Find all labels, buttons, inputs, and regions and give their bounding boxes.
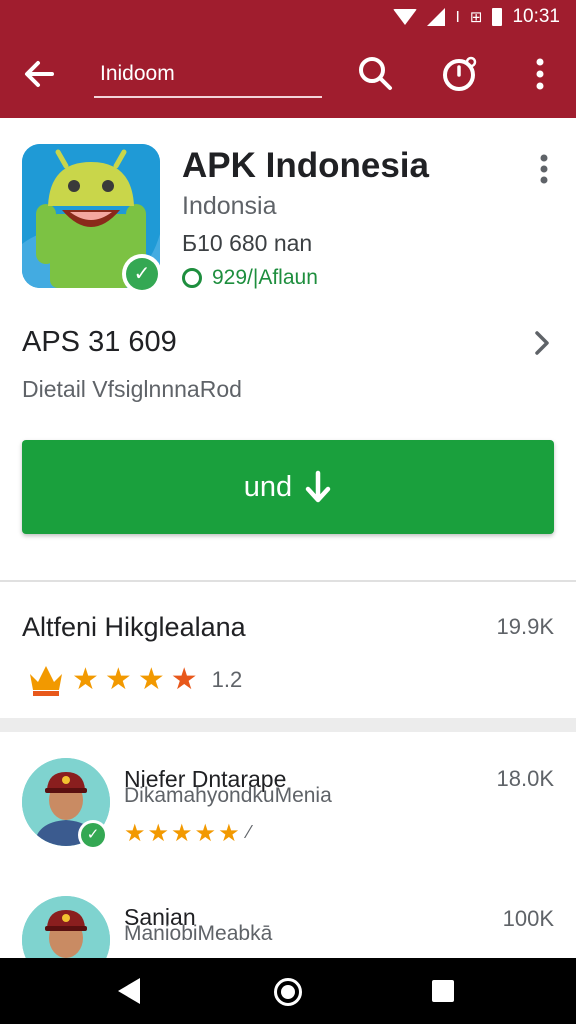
review-subtitle: ManiobiMeabkā: [124, 922, 273, 945]
app-options-button[interactable]: [530, 150, 558, 190]
review-item[interactable]: ✓ Niefer Dntarape DikamahyondkuMenia 18.…: [0, 732, 576, 872]
timer-icon: [443, 56, 477, 91]
ratings-count: 19.9K: [496, 614, 555, 639]
ratings-value: 1.2: [211, 667, 243, 692]
rating-circle-icon: [182, 268, 202, 288]
status-icon-a: ⵏ: [455, 9, 460, 26]
overflow-menu-button[interactable]: [520, 54, 560, 94]
install-button-label: und: [243, 470, 293, 503]
ratings-title: Altfeni Hikglealana: [22, 612, 246, 642]
person-avatar-icon: [22, 896, 110, 958]
star-icon: ★: [218, 820, 240, 847]
download-arrow-icon: [305, 470, 331, 503]
status-bar: ⵏ ⊞ 10:31: [0, 0, 576, 34]
flag-icon[interactable]: ⁄: [248, 822, 251, 846]
review-count: 18.0K: [496, 766, 555, 791]
crown-icon: [30, 666, 62, 696]
review-count: 100K: [502, 906, 554, 931]
review-stars: ★ ★ ★ ★ ★ ⁄: [124, 822, 251, 846]
search-field[interactable]: Inidoom: [94, 50, 322, 98]
status-icon-b: ⊞: [469, 9, 483, 26]
ratings-stars: ★ ★ ★ ★ 1.2: [26, 662, 242, 698]
app-id-row[interactable]: APS 31 609: [22, 326, 177, 359]
app-header-card: ✓ APK Indonesia Indonsia Б10 680 nan 929…: [0, 118, 576, 580]
star-icon: ★: [147, 820, 170, 847]
more-vert-icon: [536, 58, 544, 90]
verified-badge: ✓: [78, 820, 108, 850]
ratings-summary[interactable]: Altfeni Hikglealana 19.9K ★ ★ ★ ★ 1.2: [0, 582, 576, 718]
app-details-text: Dietail Vfsigl​nnnaRod: [22, 376, 242, 402]
review-subtitle: DikamahyondkuMenia: [124, 784, 332, 807]
wifi-icon: [393, 7, 418, 27]
star-icon: ★: [137, 663, 165, 696]
app-rating-line: 929/|Aflaun: [182, 266, 318, 290]
star-icon: ★: [72, 663, 99, 696]
search-input-text: Inidoom: [100, 62, 175, 85]
nav-recents-icon[interactable]: [432, 980, 454, 1002]
app-toolbar: Inidoom: [0, 34, 576, 118]
system-nav-bar: [0, 958, 576, 1024]
check-icon: ✓: [81, 823, 105, 847]
signal-icon: [427, 7, 446, 27]
section-separator: [0, 718, 576, 732]
install-button[interactable]: und: [22, 440, 554, 534]
app-developer[interactable]: Indonsia: [182, 192, 277, 221]
search-button[interactable]: [356, 54, 396, 94]
battery-icon: [492, 7, 503, 27]
nav-back-icon[interactable]: [118, 978, 140, 1004]
app-size: Б10 680 nan: [182, 230, 313, 256]
check-icon: ✓: [126, 258, 158, 290]
star-icon: ★: [124, 820, 146, 847]
back-arrow-icon: [25, 61, 54, 87]
more-vert-icon: [540, 154, 548, 184]
back-button[interactable]: [22, 54, 62, 94]
star-icon: ★: [171, 820, 193, 847]
star-icon: ★: [104, 663, 132, 696]
status-time: 10:31: [512, 6, 560, 27]
chevron-right-icon[interactable]: [532, 328, 552, 366]
verified-badge: ✓: [122, 254, 162, 294]
search-icon: [359, 57, 392, 90]
review-item[interactable]: Sanian ManiobiMeabkā 100K: [0, 876, 576, 958]
app-rating-text: 929/|Aflaun: [212, 266, 318, 289]
timer-button[interactable]: [440, 54, 480, 94]
star-icon: ★: [194, 820, 217, 847]
nav-home-icon[interactable]: [274, 978, 302, 1006]
app-title: APK Indonesia: [182, 146, 429, 185]
star-icon: ★: [170, 663, 198, 696]
avatar: [22, 896, 110, 958]
